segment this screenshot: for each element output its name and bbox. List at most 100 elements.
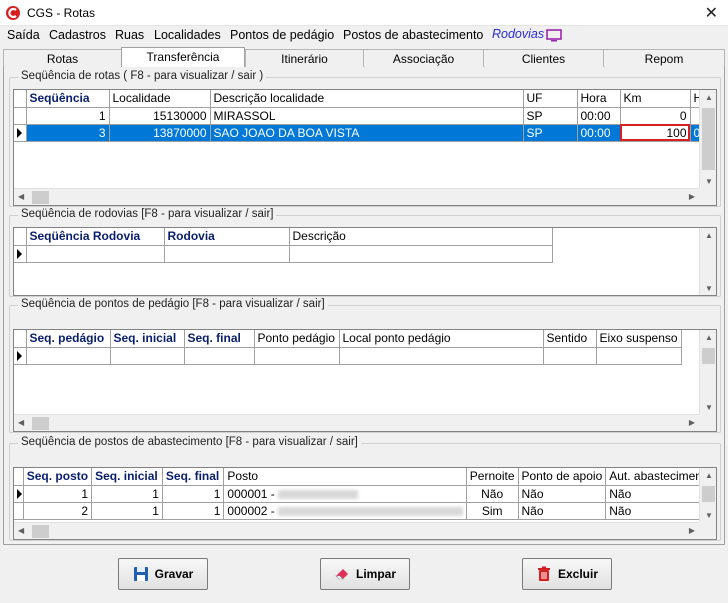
table-row[interactable] — [14, 347, 682, 365]
tab-associacao[interactable]: Associação — [363, 49, 483, 67]
monitor-icon[interactable] — [546, 29, 562, 42]
tolls-vscroll[interactable]: ▲ ▼ — [699, 330, 716, 414]
cell-sequencia[interactable]: 3 — [26, 124, 110, 142]
scroll-down-icon[interactable]: ▼ — [705, 284, 713, 293]
cell-pernoite[interactable]: Não — [466, 485, 519, 503]
col-localidade[interactable]: Localidade — [109, 90, 211, 108]
cell-seq-inicial[interactable]: 1 — [91, 502, 163, 520]
cell-uf[interactable]: SP — [523, 124, 578, 142]
table-row[interactable]: 1 15130000 MIRASSOL SP 00:00 0 — [14, 107, 711, 125]
menu-cadastros[interactable]: Cadastros — [49, 28, 106, 42]
cell-km-editing[interactable]: 100 — [620, 124, 691, 142]
col-seq-inicial[interactable]: Seq. inicial — [110, 330, 185, 348]
col-posto[interactable]: Posto — [223, 468, 467, 486]
col-eixo-suspenso[interactable]: Eixo suspenso — [596, 330, 682, 348]
col-seq-final[interactable]: Seq. final — [162, 468, 225, 486]
col-descricao[interactable]: Descrição — [289, 228, 553, 246]
cell-seq-final[interactable]: 1 — [162, 485, 225, 503]
cell-descricao[interactable]: SAO JOAO DA BOA VISTA — [210, 124, 524, 142]
cell-uf[interactable]: SP — [523, 107, 578, 125]
routes-hscroll[interactable]: ◀ ▶ — [14, 188, 699, 205]
table-row-selected[interactable]: 3 13870000 SAO JOAO DA BOA VISTA SP 00:0… — [14, 124, 711, 142]
cell-hora[interactable]: 00:00 — [577, 124, 621, 142]
clear-button[interactable]: Limpar — [320, 558, 410, 590]
cell-ponto-apoio[interactable]: Não — [518, 485, 607, 503]
scroll-left-icon[interactable]: ◀ — [18, 526, 24, 535]
tolls-hscroll[interactable]: ◀ ▶ — [14, 414, 699, 431]
col-descricao-localidade[interactable]: Descrição localidade — [210, 90, 524, 108]
close-icon[interactable]: ✕ — [705, 3, 718, 23]
tolls-grid[interactable]: Seq. pedágio Seq. inicial Seq. final Pon… — [13, 329, 717, 432]
cell-posto[interactable]: 000001 - — [223, 485, 467, 503]
fuel-hscroll[interactable]: ◀ ▶ — [14, 522, 699, 539]
scroll-thumb[interactable] — [702, 348, 715, 364]
col-sequencia[interactable]: Seqüência — [26, 90, 110, 108]
cell-km[interactable]: 0 — [620, 107, 691, 125]
cell-hora[interactable]: 00:00 — [577, 107, 621, 125]
scroll-up-icon[interactable]: ▲ — [705, 333, 713, 342]
scroll-down-icon[interactable]: ▼ — [705, 403, 713, 412]
menu-rodovias[interactable]: Rodovias — [492, 27, 544, 41]
col-ponto-apoio[interactable]: Ponto de apoio — [518, 468, 607, 486]
table-row[interactable]: 1 1 1 000001 - Não Não Não — [14, 485, 716, 503]
fuel-vscroll[interactable]: ▲ ▼ — [699, 468, 716, 522]
save-button[interactable]: Gravar — [118, 558, 208, 590]
cell-seq-inicial[interactable]: 1 — [91, 485, 163, 503]
scroll-thumb[interactable] — [702, 486, 715, 502]
col-seq-pedagio[interactable]: Seq. pedágio — [26, 330, 111, 348]
col-local-ponto-pedagio[interactable]: Local ponto pedágio — [339, 330, 544, 348]
scroll-thumb[interactable] — [702, 108, 715, 170]
col-hora[interactable]: Hora — [577, 90, 621, 108]
delete-button[interactable]: Excluir — [522, 558, 612, 590]
cell-descricao[interactable]: MIRASSOL — [210, 107, 524, 125]
table-row[interactable]: 2 1 1 000002 - Sim Não Não — [14, 502, 716, 520]
scroll-up-icon[interactable]: ▲ — [705, 471, 713, 480]
cell-seq-posto[interactable]: 1 — [23, 485, 93, 503]
tab-itinerario[interactable]: Itinerário — [245, 49, 363, 67]
fuel-grid[interactable]: Seq. posto Seq. inicial Seq. final Posto… — [13, 467, 717, 540]
scroll-left-icon[interactable]: ◀ — [18, 192, 24, 201]
cell-pernoite[interactable]: Sim — [466, 502, 519, 520]
col-sentido[interactable]: Sentido — [543, 330, 597, 348]
scroll-right-icon[interactable]: ▶ — [689, 526, 695, 535]
cell-ponto-apoio[interactable]: Não — [518, 502, 607, 520]
menu-ruas[interactable]: Ruas — [115, 28, 144, 42]
highways-grid[interactable]: Seqüência Rodovia Rodovia Descrição ▲ ▼ — [13, 227, 717, 296]
col-seq-inicial[interactable]: Seq. inicial — [91, 468, 163, 486]
scroll-thumb[interactable] — [32, 191, 49, 204]
scroll-up-icon[interactable]: ▲ — [705, 93, 713, 102]
col-pernoite[interactable]: Pernoite — [466, 468, 519, 486]
scroll-thumb[interactable] — [32, 525, 49, 538]
table-row[interactable] — [14, 245, 553, 263]
col-rodovia[interactable]: Rodovia — [164, 228, 290, 246]
scroll-down-icon[interactable]: ▼ — [705, 177, 713, 186]
tab-transferencia[interactable]: Transferência — [121, 47, 245, 68]
col-sequencia-rodovia[interactable]: Seqüência Rodovia — [26, 228, 165, 246]
scroll-right-icon[interactable]: ▶ — [689, 418, 695, 427]
cell-seq-final[interactable]: 1 — [162, 502, 225, 520]
col-seq-posto[interactable]: Seq. posto — [23, 468, 93, 486]
menu-saida[interactable]: Saída — [7, 28, 40, 42]
tab-rotas[interactable]: Rotas — [3, 49, 121, 67]
scroll-right-icon[interactable]: ▶ — [689, 192, 695, 201]
tab-clientes[interactable]: Clientes — [483, 49, 603, 67]
scroll-thumb[interactable] — [32, 417, 49, 430]
cell-localidade[interactable]: 13870000 — [109, 124, 211, 142]
col-km[interactable]: Km — [620, 90, 691, 108]
menu-postos-abastecimento[interactable]: Postos de abastecimento — [343, 28, 483, 42]
col-seq-final[interactable]: Seq. final — [184, 330, 255, 348]
scroll-left-icon[interactable]: ◀ — [18, 418, 24, 427]
col-ponto-pedagio[interactable]: Ponto pedágio — [254, 330, 340, 348]
cell-sequencia[interactable]: 1 — [26, 107, 110, 125]
cell-posto[interactable]: 000002 - — [223, 502, 467, 520]
routes-grid[interactable]: Seqüência Localidade Descrição localidad… — [13, 89, 717, 206]
scroll-down-icon[interactable]: ▼ — [705, 511, 713, 520]
cell-seq-posto[interactable]: 2 — [23, 502, 93, 520]
highways-vscroll[interactable]: ▲ ▼ — [699, 228, 716, 295]
menu-pontos-pedagio[interactable]: Pontos de pedágio — [230, 28, 334, 42]
cell-localidade[interactable]: 15130000 — [109, 107, 211, 125]
scroll-up-icon[interactable]: ▲ — [705, 231, 713, 240]
col-uf[interactable]: UF — [523, 90, 578, 108]
tab-repom[interactable]: Repom — [603, 49, 725, 67]
routes-vscroll[interactable]: ▲ ▼ — [699, 90, 716, 188]
